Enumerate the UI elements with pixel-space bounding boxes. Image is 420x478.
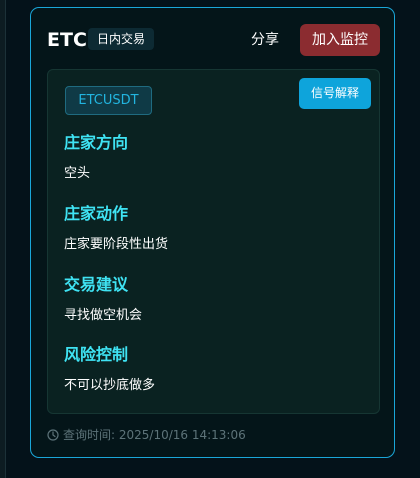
signal-panel: ETCUSDT 信号解释 庄家方向 空头 庄家动作 庄家要阶段性出货 交易建议 … <box>47 69 380 414</box>
query-time-footer: 查询时间: 2025/10/16 14:13:06 <box>47 426 246 444</box>
ticker-badge: ETCUSDT <box>65 86 152 115</box>
section-value-direction: 空头 <box>64 166 91 181</box>
section-value-risk: 不可以抄底做多 <box>64 378 156 393</box>
clock-icon <box>47 428 59 441</box>
signal-explain-button[interactable]: 信号解释 <box>299 78 371 109</box>
left-edge-strip <box>0 0 6 478</box>
query-time-text: 查询时间: 2025/10/16 14:13:06 <box>63 428 246 442</box>
trade-type-badge: 日内交易 <box>88 28 155 50</box>
symbol-title: ETC <box>47 29 87 51</box>
section-value-advice: 寻找做空机会 <box>64 308 143 323</box>
section-title-direction: 庄家方向 <box>64 133 129 152</box>
section-title-action: 庄家动作 <box>64 204 129 223</box>
card-header: ETC 日内交易 分享 加入监控 <box>47 24 380 56</box>
section-value-action: 庄家要阶段性出货 <box>64 237 169 252</box>
section-title-advice: 交易建议 <box>64 275 129 294</box>
share-button[interactable]: 分享 <box>241 24 289 56</box>
add-to-watch-button[interactable]: 加入监控 <box>300 24 380 56</box>
section-title-risk: 风险控制 <box>64 345 129 364</box>
